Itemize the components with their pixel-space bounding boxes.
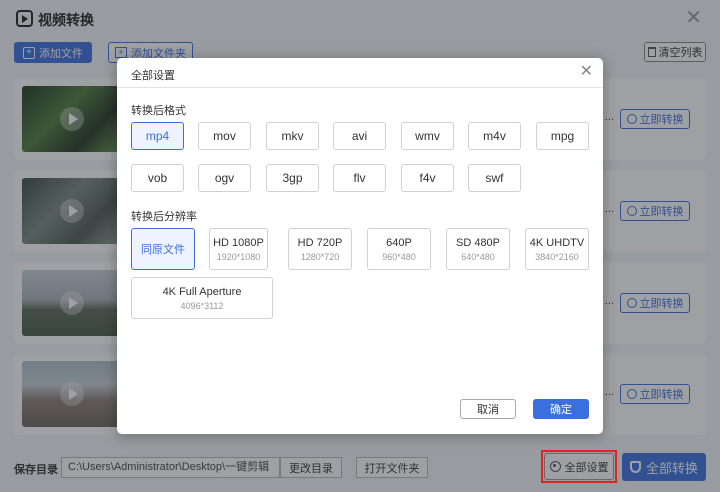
- resolution-dimensions: 1280*720: [300, 251, 340, 262]
- resolution-name: HD 1080P: [213, 236, 264, 249]
- resolution-name: 4K UHDTV: [529, 236, 585, 249]
- resolution-option-3[interactable]: HD 720P 1280*720: [288, 228, 352, 270]
- format-option-mp4[interactable]: mp4: [131, 122, 184, 150]
- resolution-option-2[interactable]: HD 1080P 1920*1080: [209, 228, 268, 270]
- format-section-label: 转换后格式: [131, 105, 186, 117]
- format-option-mkv[interactable]: mkv: [266, 122, 319, 150]
- dialog-header: 全部设置 ✕: [117, 58, 603, 88]
- resolution-name: 4K Full Aperture: [162, 285, 242, 298]
- format-option-swf[interactable]: swf: [468, 164, 521, 192]
- resolution-dimensions: 640*480: [461, 251, 495, 262]
- resolution-option-6[interactable]: 4K UHDTV 3840*2160: [525, 228, 589, 270]
- resolution-option-7[interactable]: 4K Full Aperture 4096*3112: [131, 277, 273, 319]
- format-option-m4v[interactable]: m4v: [468, 122, 521, 150]
- format-option-3gp[interactable]: 3gp: [266, 164, 319, 192]
- resolution-name: HD 720P: [297, 236, 343, 249]
- confirm-button[interactable]: 确定: [533, 399, 589, 419]
- format-option-ogv[interactable]: ogv: [198, 164, 251, 192]
- resolution-option-4[interactable]: 640P 960*480: [367, 228, 431, 270]
- format-option-vob[interactable]: vob: [131, 164, 184, 192]
- resolution-dimensions: 4096*3112: [180, 300, 224, 311]
- format-option-f4v[interactable]: f4v: [401, 164, 454, 192]
- close-icon[interactable]: ✕: [580, 63, 593, 81]
- cancel-button[interactable]: 取消: [460, 399, 516, 419]
- format-option-flv[interactable]: flv: [333, 164, 386, 192]
- settings-dialog: 全部设置 ✕ 转换后格式 mp4 mov mkv avi wmv m4v mpg vob ogv…: [117, 58, 603, 434]
- format-option-mov[interactable]: mov: [198, 122, 251, 150]
- highlight-annotation: [541, 450, 617, 483]
- resolution-name: 640P: [386, 236, 412, 249]
- resolution-option-5[interactable]: SD 480P 640*480: [446, 228, 510, 270]
- resolution-dimensions: 960*480: [382, 251, 416, 262]
- resolution-dimensions: 3840*2160: [535, 251, 579, 262]
- format-option-avi[interactable]: avi: [333, 122, 386, 150]
- format-option-wmv[interactable]: wmv: [401, 122, 454, 150]
- resolution-dimensions: 1920*1080: [216, 251, 261, 262]
- format-option-mpg[interactable]: mpg: [536, 122, 589, 150]
- resolution-name: SD 480P: [455, 236, 501, 249]
- dialog-title: 全部设置: [131, 70, 175, 82]
- resolution-name: 同原文件: [141, 244, 185, 256]
- resolution-section-label: 转换后分辨率: [131, 211, 197, 223]
- resolution-option-1[interactable]: 同原文件: [131, 228, 195, 270]
